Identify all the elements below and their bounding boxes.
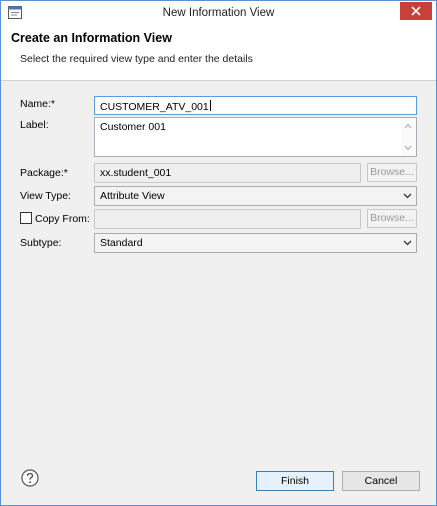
page-title: Create an Information View: [11, 31, 172, 45]
label-textarea[interactable]: Customer 001: [94, 117, 417, 157]
package-browse-button[interactable]: Browse...: [367, 163, 417, 182]
name-input[interactable]: CUSTOMER_ATV_001: [94, 96, 417, 115]
view-type-select[interactable]: Attribute View: [94, 186, 417, 206]
package-label: Package:*: [20, 167, 68, 179]
copy-from-input: [94, 209, 361, 229]
copy-from-browse-button[interactable]: Browse...: [367, 209, 417, 228]
form-area: Name:* CUSTOMER_ATV_001 Label: Customer …: [1, 82, 436, 452]
cancel-button[interactable]: Cancel: [342, 471, 420, 491]
textarea-scrollbar[interactable]: [401, 118, 416, 156]
text-caret: [209, 100, 211, 111]
close-button[interactable]: [400, 2, 432, 20]
finish-button[interactable]: Finish: [256, 471, 334, 491]
copy-from-checkbox[interactable]: [20, 212, 32, 224]
scroll-down-icon[interactable]: [404, 145, 412, 151]
subtype-value: Standard: [100, 237, 143, 249]
label-value: Customer 001: [100, 121, 166, 133]
subtype-label: Subtype:: [20, 237, 62, 249]
copy-from-label: Copy From:: [35, 213, 90, 225]
label-label: Label:: [20, 119, 49, 131]
name-value: CUSTOMER_ATV_001: [100, 101, 209, 113]
dialog-window: New Information View Create an Informati…: [0, 0, 437, 506]
name-label: Name:*: [20, 98, 56, 110]
view-type-value: Attribute View: [100, 190, 165, 202]
scroll-up-icon[interactable]: [404, 123, 412, 129]
header-banner: Create an Information View Select the re…: [1, 25, 436, 81]
title-bar[interactable]: New Information View: [1, 1, 436, 25]
page-subtitle: Select the required view type and enter …: [20, 53, 253, 65]
window-title: New Information View: [162, 7, 275, 19]
chevron-down-icon: [403, 240, 412, 246]
package-value: xx.student_001: [100, 167, 172, 179]
package-input: xx.student_001: [94, 163, 361, 183]
close-icon: [411, 6, 421, 16]
subtype-select[interactable]: Standard: [94, 233, 417, 253]
chevron-down-icon: [403, 193, 412, 199]
help-icon[interactable]: [21, 469, 39, 487]
view-type-label: View Type:: [20, 190, 71, 202]
button-bar: Finish Cancel: [1, 452, 436, 505]
